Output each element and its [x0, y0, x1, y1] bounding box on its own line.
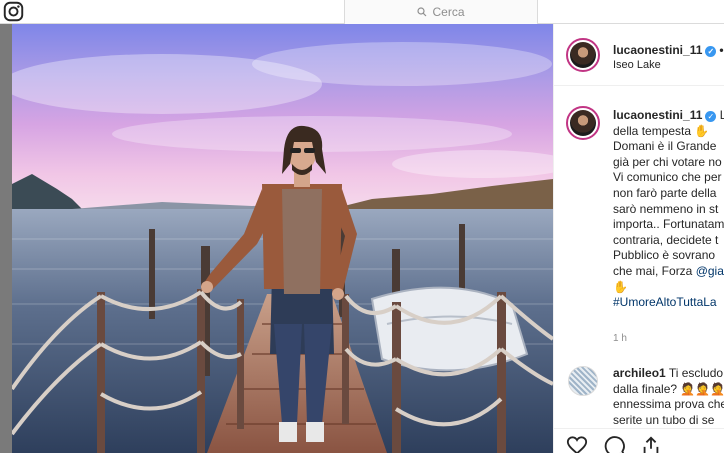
caption-line: Pubblico è sovrano: [613, 248, 716, 263]
author-avatar[interactable]: [566, 38, 600, 72]
search-placeholder: Cerca: [432, 5, 465, 19]
post-timestamp[interactable]: 1 h: [613, 333, 627, 344]
caption-line: già per chi votare no: [613, 154, 722, 169]
post-header: lucaonestini_11 ✓ • Iseo Lake: [554, 24, 724, 86]
facepalm-emoji-icon: 🤦🤦🤦: [680, 381, 724, 396]
top-navigation-bar: Cerca: [0, 0, 724, 24]
search-icon: [417, 7, 427, 17]
caption-line: sarò nemmeno in st: [613, 201, 719, 216]
verified-badge-icon: ✓: [705, 46, 717, 57]
search-box[interactable]: Cerca: [344, 0, 538, 24]
post-caption: lucaonestini_11✓ La della tempesta ✋ Dom…: [613, 108, 724, 311]
post-image-lake-pier: [12, 24, 553, 453]
heart-icon[interactable]: [566, 435, 588, 453]
comment-line: Ti escludo: [668, 366, 724, 380]
comment: archileo1 Ti escludo dalla finale? 🤦🤦🤦 e…: [613, 366, 724, 428]
hand-emoji-icon: ✋: [613, 279, 628, 294]
caption-line: La: [720, 108, 724, 122]
caption-hashtag-link[interactable]: #UmoreAltoTuttaLa: [613, 295, 724, 311]
caption-line: contraria, decidete t: [613, 232, 719, 247]
modal-backdrop[interactable]: [0, 24, 12, 453]
caption-line: che mai, Forza: [613, 263, 696, 278]
hand-emoji-icon: ✋: [694, 123, 710, 138]
verified-badge-icon: ✓: [705, 111, 717, 122]
comment-icon[interactable]: [604, 435, 626, 453]
caption-line: importa.. Fortunatam: [613, 217, 724, 232]
commenter-avatar[interactable]: [568, 366, 598, 396]
post-photo[interactable]: [12, 24, 553, 453]
post-actions-bar: [554, 428, 724, 453]
post-details-panel: lucaonestini_11 ✓ • Iseo Lake lucaonestini…: [553, 24, 724, 453]
author-username[interactable]: lucaonestini_11: [613, 43, 702, 57]
comment-line: ennessima prova che: [613, 397, 724, 412]
caption-line: Vi comunico che per: [613, 170, 722, 185]
separator-dot: •: [719, 43, 724, 57]
share-icon[interactable]: [640, 435, 662, 453]
post-location[interactable]: Iseo Lake: [613, 59, 661, 71]
caption-author-avatar[interactable]: [566, 106, 600, 140]
caption-line: non farò parte della: [613, 185, 717, 200]
instagram-logo-icon[interactable]: [3, 1, 24, 22]
caption-author-username[interactable]: lucaonestini_11: [613, 108, 702, 122]
comment-line: serite un tubo di se: [613, 412, 715, 427]
caption-line: Domani è il Grande: [613, 139, 717, 154]
caption-mention-link[interactable]: @gia: [696, 264, 724, 278]
comment-line: dalla finale?: [613, 381, 681, 396]
commenter-username[interactable]: archileo1: [613, 366, 666, 380]
caption-line: della tempesta: [613, 123, 692, 138]
